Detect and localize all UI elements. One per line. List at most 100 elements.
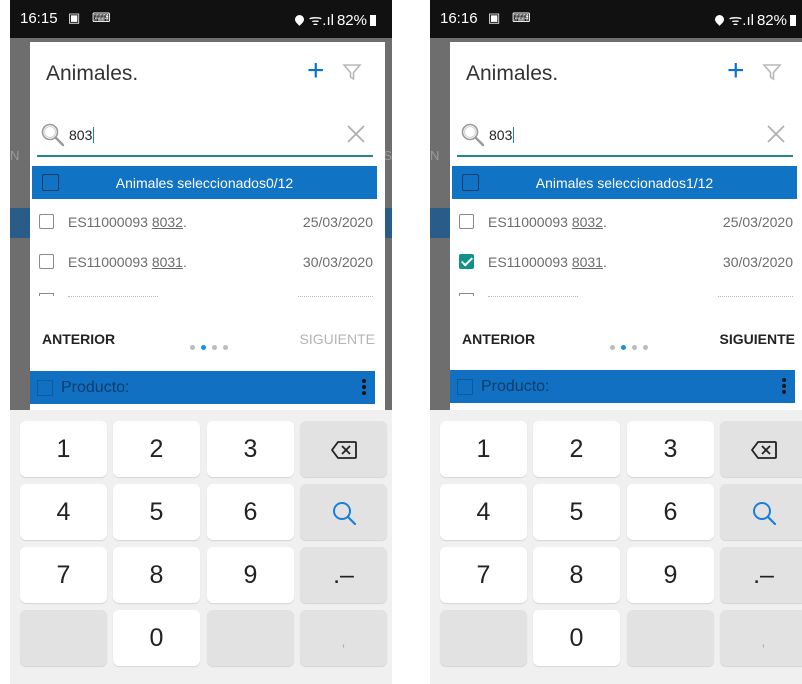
search-field[interactable]: 803 [457, 113, 793, 157]
row-date-cut [298, 296, 373, 297]
numeric-keyboard: 1 2 3 4 5 6 7 8 9 .– 0 , [430, 410, 802, 684]
row-checkbox[interactable] [39, 254, 54, 269]
animal-row-partial[interactable] [450, 293, 795, 299]
key-5[interactable]: 5 [113, 484, 200, 540]
previous-button[interactable]: ANTERIOR [462, 331, 535, 347]
code-prefix: ES11000093 [68, 214, 152, 230]
comma-label: , [761, 633, 766, 649]
product-checkbox[interactable] [37, 380, 53, 396]
pagination-nav: ANTERIOR SIGUIENTE [450, 324, 802, 354]
code-suffix: . [182, 214, 187, 230]
key-5[interactable]: 5 [533, 484, 620, 540]
comma-key[interactable]: , [300, 610, 387, 666]
clear-search-icon[interactable] [765, 123, 787, 150]
animal-row[interactable]: ES11000093 8032. 25/03/2020 [30, 202, 375, 242]
key-4[interactable]: 4 [440, 484, 527, 540]
next-button[interactable]: SIGUIENTE [720, 331, 795, 347]
dot-dash-key[interactable]: .– [300, 547, 387, 603]
key-3[interactable]: 3 [207, 421, 294, 477]
add-icon[interactable]: + [307, 56, 325, 86]
selection-bar: Animales seleccionados1/12 [452, 166, 797, 199]
comma-label: , [341, 633, 346, 649]
battery-level: 82% [756, 12, 787, 29]
animals-dialog: Animales. + 803 Animales seleccionados0/… [30, 42, 385, 410]
empty-key[interactable] [440, 610, 527, 666]
clear-search-icon[interactable] [345, 123, 367, 150]
key-2[interactable]: 2 [533, 421, 620, 477]
backspace-key[interactable] [300, 421, 387, 477]
backspace-key[interactable] [720, 421, 802, 477]
key-2[interactable]: 2 [113, 421, 200, 477]
key-7[interactable]: 7 [20, 547, 107, 603]
key-6[interactable]: 6 [627, 484, 714, 540]
key-8[interactable]: 8 [113, 547, 200, 603]
selection-count: Animales seleccionados1/12 [535, 175, 714, 191]
empty-key[interactable] [20, 610, 107, 666]
status-bar: 16:16 ▣ ⌨ ᯤ.ıl 82% [430, 0, 802, 38]
status-right: ᯤ.ıl 82% [712, 10, 796, 30]
row-checkbox[interactable] [39, 293, 54, 296]
status-time: 16:15 [20, 10, 58, 27]
row-checkbox[interactable] [39, 214, 54, 229]
animal-row[interactable]: ES11000093 8032. 25/03/2020 [450, 202, 795, 242]
search-field[interactable]: 803 [37, 113, 373, 157]
next-button[interactable]: SIGUIENTE [300, 331, 375, 347]
empty-key[interactable] [207, 610, 294, 666]
empty-key[interactable] [627, 610, 714, 666]
row-checkbox[interactable] [459, 293, 474, 296]
search-input[interactable]: 803 [489, 127, 515, 143]
more-options-icon[interactable] [362, 379, 366, 397]
product-bar[interactable]: Producto: [30, 371, 375, 404]
key-9[interactable]: 9 [207, 547, 294, 603]
animal-row-partial[interactable] [30, 293, 375, 299]
product-bar[interactable]: Producto: [450, 370, 795, 403]
row-checkbox[interactable] [459, 214, 474, 229]
code-prefix: ES11000093 [488, 214, 572, 230]
animal-code: ES11000093 8031. [68, 254, 187, 270]
animal-date: 25/03/2020 [302, 214, 373, 230]
add-icon[interactable]: + [727, 56, 745, 86]
dot-dash-key[interactable]: .– [720, 547, 802, 603]
more-options-icon[interactable] [782, 378, 786, 396]
key-1[interactable]: 1 [440, 421, 527, 477]
code-suffix: . [602, 254, 607, 270]
key-8[interactable]: 8 [533, 547, 620, 603]
search-key[interactable] [300, 484, 387, 540]
key-4[interactable]: 4 [20, 484, 107, 540]
pagination-nav: ANTERIOR SIGUIENTE [30, 324, 385, 354]
filter-icon[interactable] [342, 62, 362, 87]
key-6[interactable]: 6 [207, 484, 294, 540]
battery-level: 82% [336, 12, 367, 29]
comma-key[interactable]: , [720, 610, 802, 666]
search-key[interactable] [720, 484, 802, 540]
row-checkbox-checked[interactable] [459, 254, 474, 269]
animal-row[interactable]: ES11000093 8031. 30/03/2020 [30, 242, 375, 282]
search-input[interactable]: 803 [69, 127, 95, 143]
filter-icon[interactable] [762, 62, 782, 87]
row-text-cut [68, 296, 158, 297]
key-1[interactable]: 1 [20, 421, 107, 477]
status-right: ᯤ.ıl 82% [292, 10, 376, 30]
product-label: Producto: [61, 379, 130, 396]
search-icon [752, 502, 776, 526]
search-icon [332, 502, 356, 526]
animal-date: 25/03/2020 [722, 214, 793, 230]
key-3[interactable]: 3 [627, 421, 714, 477]
page-dot-active [621, 345, 626, 350]
product-checkbox[interactable] [457, 379, 473, 395]
previous-button[interactable]: ANTERIOR [42, 331, 115, 347]
selection-bar: Animales seleccionados0/12 [32, 166, 377, 199]
notification-icons: ▣ ⌨ [68, 10, 115, 25]
animal-date: 30/03/2020 [302, 254, 373, 270]
backspace-icon [330, 441, 357, 460]
key-0[interactable]: 0 [533, 610, 620, 666]
animal-row[interactable]: ES11000093 8031. 30/03/2020 [450, 242, 795, 282]
row-date-cut [718, 296, 793, 297]
battery-icon [790, 15, 796, 26]
key-7[interactable]: 7 [440, 547, 527, 603]
code-match: 8032 [151, 214, 183, 230]
key-0[interactable]: 0 [113, 610, 200, 666]
code-match: 8032 [571, 214, 603, 230]
page-dot [223, 345, 228, 350]
key-9[interactable]: 9 [627, 547, 714, 603]
